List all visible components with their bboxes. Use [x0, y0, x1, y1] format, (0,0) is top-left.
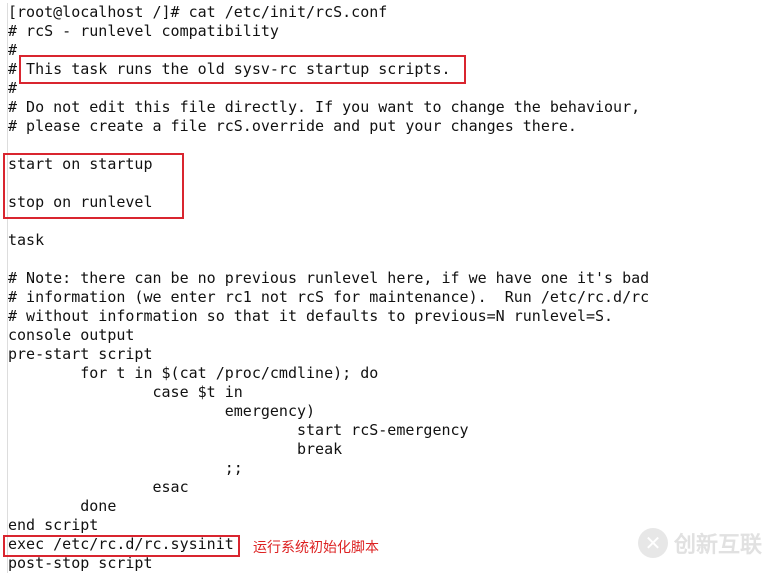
terminal-line: # Note: there can be no previous runleve… [8, 269, 650, 287]
terminal-line: for t in $(cat /proc/cmdline); do [8, 364, 379, 382]
terminal-line: task [8, 231, 45, 249]
terminal-line: # please create a file rcS.override and … [8, 117, 577, 135]
terminal-line: ;; [8, 459, 243, 477]
terminal-output: [root@localhost /]# cat /etc/init/rcS.co… [7, 3, 649, 573]
terminal-line: done [8, 497, 117, 515]
terminal-line: [root@localhost /]# cat /etc/init/rcS.co… [8, 3, 388, 21]
watermark-logo-icon: ✕ [638, 528, 668, 558]
terminal-line: # Do not edit this file directly. If you… [8, 98, 641, 116]
terminal-line: end script [8, 516, 99, 534]
terminal-line: esac [8, 478, 189, 496]
annotation-text: 运行系统初始化脚本 [253, 540, 379, 556]
highlight-box-exec [3, 535, 240, 557]
highlight-box-task-description [19, 55, 466, 84]
terminal-line: case $t in [8, 383, 243, 401]
highlight-box-start-stop [3, 153, 184, 219]
terminal-line: # without information so that it default… [8, 307, 614, 325]
terminal-line: break [8, 440, 343, 458]
terminal-line: start rcS-emergency [8, 421, 469, 439]
terminal-line: pre-start script [8, 345, 153, 363]
terminal-line: emergency) [8, 402, 316, 420]
terminal-line: console output [8, 326, 135, 344]
watermark-text: 创新互联 [674, 533, 763, 558]
terminal-line: # rcS - runlevel compatibility [8, 22, 279, 40]
watermark: ✕ 创新互联 [638, 527, 762, 559]
terminal-line: # information (we enter rc1 not rcS for … [8, 288, 650, 306]
